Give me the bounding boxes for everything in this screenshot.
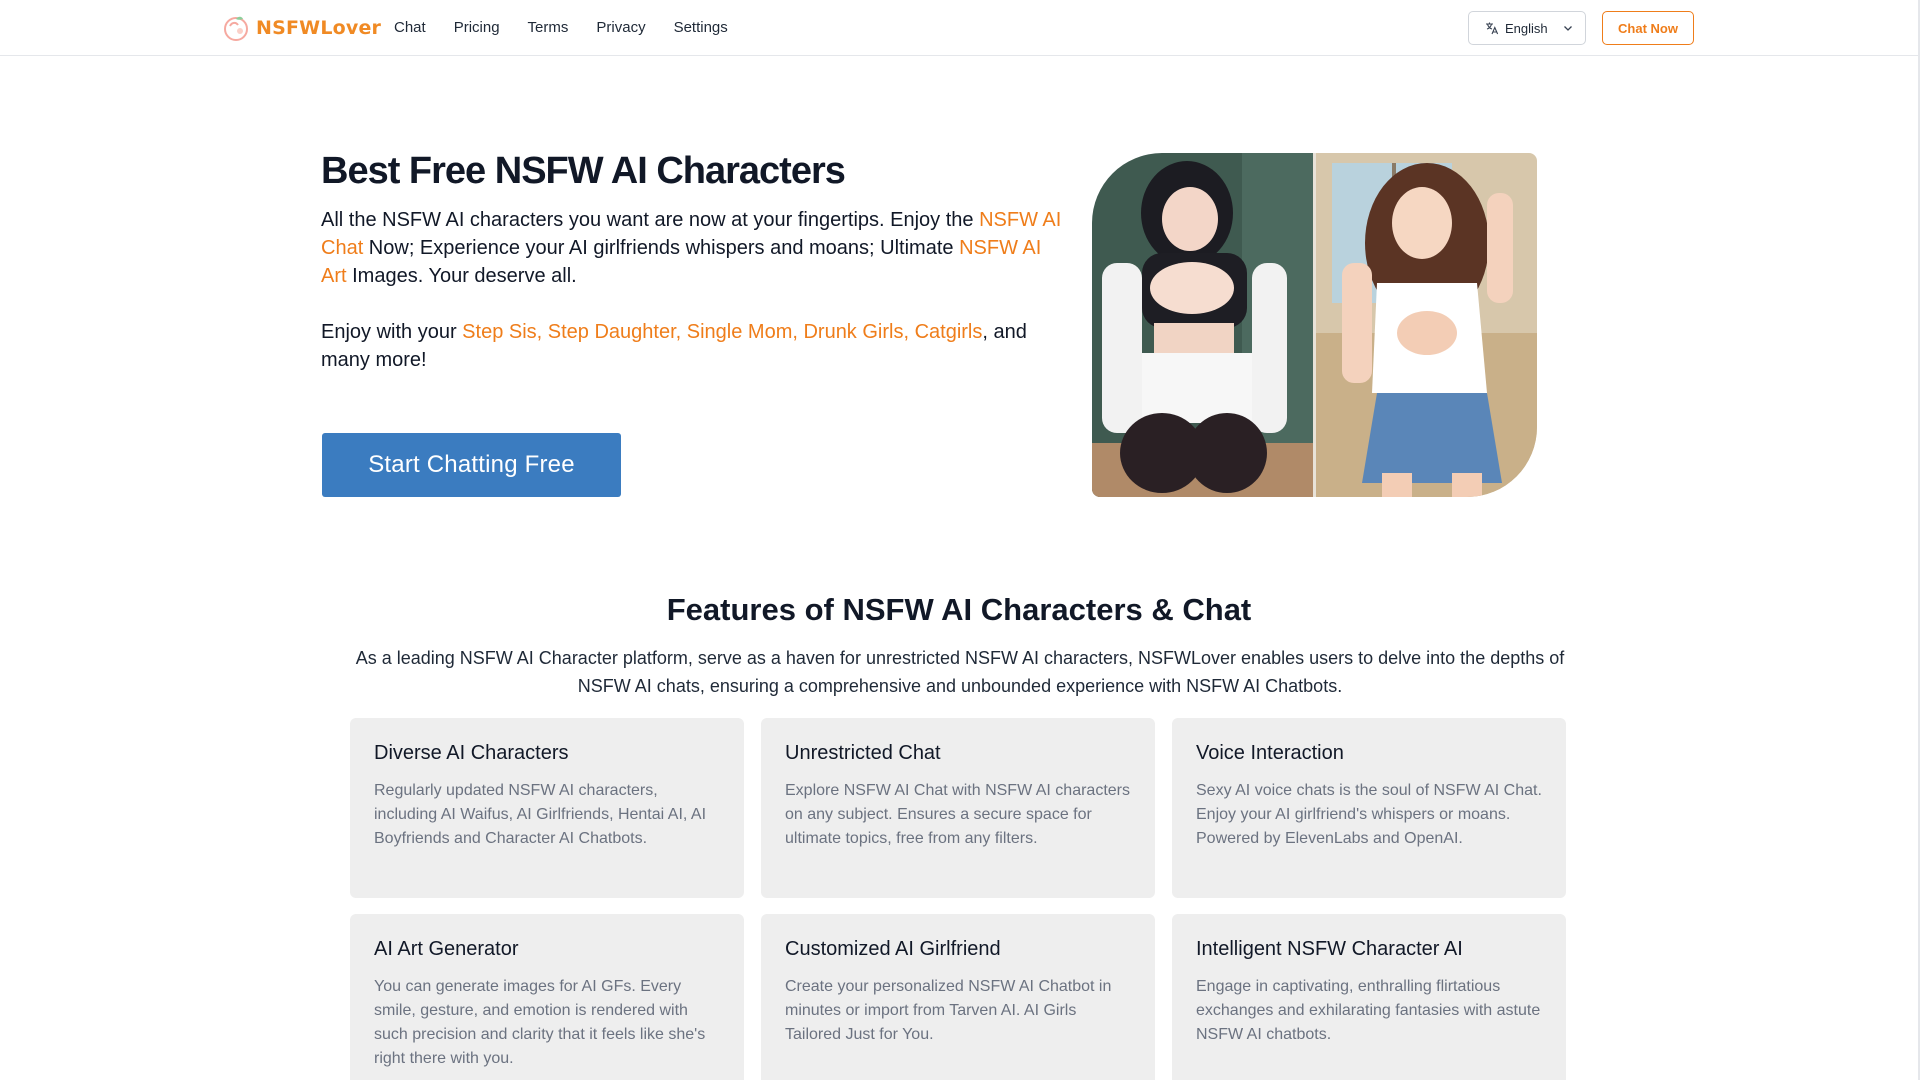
hero-characters: Enjoy with your Step Sis, Step Daughter,… xyxy=(321,318,1066,374)
hero-character-image xyxy=(1092,153,1537,497)
language-select[interactable]: English xyxy=(1468,11,1586,45)
feature-card-text: Explore NSFW AI Chat with NSFW AI charac… xyxy=(785,782,1130,847)
hero-intro-text-c: Images. Your deserve all. xyxy=(346,265,577,287)
feature-card-text: You can generate images for AI GFs. Ever… xyxy=(374,978,706,1067)
nav-terms[interactable]: Terms xyxy=(528,18,569,38)
top-navbar: NSFWLover Chat Pricing Terms Privacy Set… xyxy=(0,0,1918,56)
nav-pricing[interactable]: Pricing xyxy=(454,18,500,38)
feature-card: Voice Interaction Sexy AI voice chats is… xyxy=(1172,718,1566,898)
feature-card: Unrestricted Chat Explore NSFW AI Chat w… xyxy=(761,718,1155,898)
nav-chat[interactable]: Chat xyxy=(394,18,426,38)
features-grid: Diverse AI Characters Regularly updated … xyxy=(350,718,1566,1080)
feature-card-text: Engage in captivating, enthralling flirt… xyxy=(1196,978,1541,1043)
feature-card-text: Create your personalized NSFW AI Chatbot… xyxy=(785,978,1112,1043)
chat-now-button[interactable]: Chat Now xyxy=(1602,11,1694,45)
feature-card-title: AI Art Generator xyxy=(374,938,519,960)
feature-card: Customized AI Girlfriend Create your per… xyxy=(761,914,1155,1080)
peach-logo-icon xyxy=(224,16,248,41)
feature-card: Diverse AI Characters Regularly updated … xyxy=(350,718,744,898)
nav-settings[interactable]: Settings xyxy=(674,18,728,38)
hero-characters-text-a: Enjoy with your xyxy=(321,321,463,343)
hero-intro-text-a: All the NSFW AI characters you want are … xyxy=(321,209,980,231)
feature-card-title: Voice Interaction xyxy=(1196,742,1344,764)
features-subtitle: As a leading NSFW AI Character platform,… xyxy=(355,648,1565,696)
logo-text: NSFWLover xyxy=(256,17,382,39)
anime-characters-illustration xyxy=(1092,153,1537,497)
feature-card: Intelligent NSFW Character AI Engage in … xyxy=(1172,914,1566,1080)
features-title: Features of NSFW AI Characters & Chat xyxy=(666,592,1252,627)
start-chatting-button[interactable]: Start Chatting Free xyxy=(322,433,621,497)
feature-card: AI Art Generator You can generate images… xyxy=(350,914,744,1080)
feature-card-title: Diverse AI Characters xyxy=(374,742,569,764)
feature-card-title: Unrestricted Chat xyxy=(785,742,941,764)
feature-card-text: Sexy AI voice chats is the soul of NSFW … xyxy=(1196,782,1542,847)
feature-card-title: Intelligent NSFW Character AI xyxy=(1196,938,1463,960)
hero-intro-text-b: Now; Experience your AI girlfriends whis… xyxy=(363,237,960,259)
translate-icon xyxy=(1486,22,1499,35)
site-logo[interactable]: NSFWLover xyxy=(222,14,381,42)
feature-card-title: Customized AI Girlfriend xyxy=(785,938,1001,960)
character-types-link[interactable]: Step Sis, Step Daughter, Single Mom, Dru… xyxy=(462,321,982,343)
feature-card-text: Regularly updated NSFW AI characters, in… xyxy=(374,782,707,847)
nav-privacy[interactable]: Privacy xyxy=(596,18,645,38)
language-label: English xyxy=(1505,20,1548,36)
hero-intro: All the NSFW AI characters you want are … xyxy=(321,206,1066,290)
main-nav: Chat Pricing Terms Privacy Settings xyxy=(394,18,756,38)
hero-title: Best Free NSFW AI Characters xyxy=(321,150,846,192)
chevron-down-icon xyxy=(1563,26,1572,31)
